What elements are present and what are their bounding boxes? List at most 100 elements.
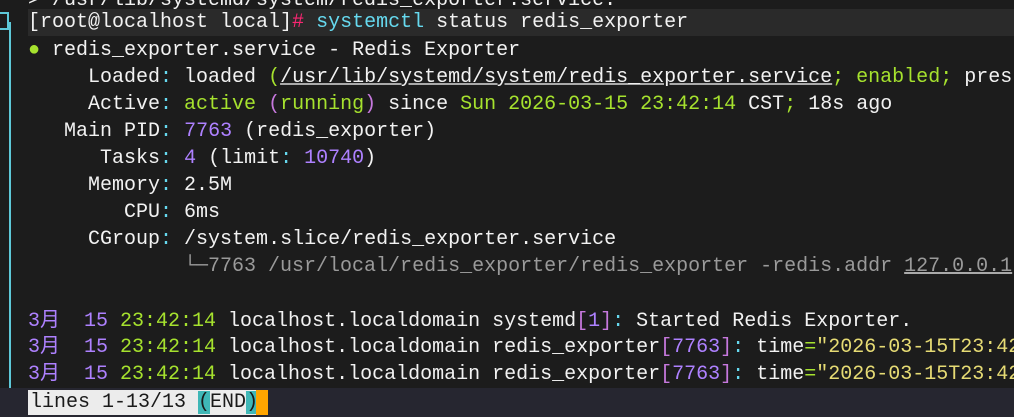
text-segment: redis_exporter.service - Redis Exporter xyxy=(40,39,521,62)
text-segment: 3月 xyxy=(28,310,73,333)
text-segment: : xyxy=(280,147,293,170)
text-segment: 10740 xyxy=(304,147,365,170)
text-segment: Memory xyxy=(28,174,161,197)
text-segment: status redis_exporter xyxy=(424,11,689,34)
command-prompt-line: [root@localhost local]# systemctl status… xyxy=(28,9,1014,36)
terminal-line: Main PID: 7763 (redis_exporter) xyxy=(28,118,436,145)
text-segment: Started Redis Exporter. xyxy=(624,310,913,333)
text-segment: 3月 xyxy=(28,336,73,359)
text-segment: : xyxy=(160,93,173,116)
text-segment: # xyxy=(292,11,305,34)
text-segment: localhost.localdomain redis_exporter xyxy=(216,336,661,359)
terminal-line: ● redis_exporter.service - Redis Exporte… xyxy=(28,37,520,64)
text-segment: active xyxy=(172,93,269,116)
text-segment: Main PID xyxy=(28,120,161,143)
text-segment: 18s ago xyxy=(796,93,893,116)
terminal-line: CGroup: /system.slice/redis_exporter.ser… xyxy=(28,226,616,253)
text-segment: ] xyxy=(720,336,733,359)
text-segment: localhost.localdomain systemd xyxy=(216,310,577,333)
text-segment xyxy=(172,147,184,170)
text-segment: "2026-03-15T23:42 xyxy=(816,336,1014,359)
text-segment: 23:42:14 xyxy=(120,336,217,359)
text-segment: loaded xyxy=(172,66,269,89)
text-segment xyxy=(304,11,316,34)
text-segment: : xyxy=(160,174,173,197)
text-segment: /system.slice/redis_exporter.service xyxy=(172,228,617,251)
text-segment: 127.0.0.1 xyxy=(904,255,1013,278)
text-segment: [ xyxy=(660,363,673,386)
text-segment: CST xyxy=(736,93,785,116)
end-label: END xyxy=(210,391,247,414)
terminal-line: Loaded: loaded (/usr/lib/systemd/system/… xyxy=(28,64,1012,91)
text-segment: 15 xyxy=(72,363,121,386)
text-segment: └─7763 /usr/local/redis_exporter/redis_e… xyxy=(28,255,905,278)
scroll-gutter xyxy=(0,0,12,390)
text-segment: (redis_exporter) xyxy=(232,120,437,143)
text-segment: Loaded xyxy=(28,66,161,89)
pager-status-bar: lines 1-13/13 (END) xyxy=(0,388,1014,417)
text-segment: time xyxy=(744,363,805,386)
text-segment: (limit xyxy=(196,147,281,170)
text-segment: : xyxy=(612,310,625,333)
text-segment: = xyxy=(804,363,817,386)
text-segment: Sun 2026-03-15 23:42:14 xyxy=(460,93,737,116)
text-segment: running xyxy=(280,93,365,116)
text-segment: 7763 xyxy=(672,336,721,359)
terminal-line: CPU: 6ms xyxy=(28,199,220,226)
text-segment: : xyxy=(160,228,173,251)
open-paren: ( xyxy=(198,391,211,414)
text-segment: : xyxy=(732,336,745,359)
terminal-line: Active: active (running) since Sun 2026-… xyxy=(28,91,892,118)
text-segment: 3月 xyxy=(28,363,73,386)
text-segment: ] xyxy=(720,363,733,386)
text-segment: : xyxy=(160,147,173,170)
text-segment: 1 xyxy=(588,310,601,333)
text-segment: time xyxy=(744,336,805,359)
text-segment: ) xyxy=(364,147,377,170)
gutter-line xyxy=(9,22,11,390)
text-segment: since xyxy=(376,93,461,116)
bracket-marker xyxy=(0,12,9,30)
text-segment: "2026-03-15T23:42 xyxy=(816,363,1014,386)
terminal-line: 3月 15 23:42:14 localhost.localdomain sys… xyxy=(28,308,912,335)
text-segment: 2.5M xyxy=(172,174,233,197)
text-segment: systemctl xyxy=(316,11,425,34)
text-segment: [ xyxy=(660,336,673,359)
text-segment: pres xyxy=(964,66,1013,89)
text-segment: ) xyxy=(364,93,377,116)
text-segment: 15 xyxy=(72,336,121,359)
text-segment xyxy=(172,120,184,143)
text-segment: 23:42:14 xyxy=(120,310,217,333)
text-segment: : xyxy=(160,201,173,224)
text-segment: : xyxy=(160,66,173,89)
text-segment xyxy=(292,147,304,170)
text-segment: = xyxy=(804,336,817,359)
text-segment: 23:42:14 xyxy=(120,363,217,386)
text-segment: Tasks xyxy=(28,147,161,170)
text-segment: 4 xyxy=(184,147,197,170)
text-segment: ● xyxy=(28,39,41,62)
text-segment: ( xyxy=(268,66,281,89)
lines-indicator: lines 1-13/13 xyxy=(30,391,199,414)
text-segment: [ xyxy=(576,310,589,333)
text-segment: [root@localhost local] xyxy=(28,11,293,34)
text-segment: 7763 xyxy=(672,363,721,386)
text-segment: 7763 xyxy=(184,120,233,143)
text-segment: 15 xyxy=(72,310,121,333)
text-segment: /usr/lib/systemd/system/redis_exporter.s… xyxy=(280,66,833,89)
text-segment: CGroup xyxy=(28,228,161,251)
terminal-line: Tasks: 4 (limit: 10740) xyxy=(28,145,376,172)
text-segment: 6ms xyxy=(172,201,221,224)
pager-status: lines 1-13/13 (END) xyxy=(28,390,261,415)
terminal-line: └─7763 /usr/local/redis_exporter/redis_e… xyxy=(28,253,1012,280)
terminal-line: 3月 15 23:42:14 localhost.localdomain red… xyxy=(28,334,1014,361)
terminal-line: Memory: 2.5M xyxy=(28,172,232,199)
terminal-line: 3月 15 23:42:14 localhost.localdomain red… xyxy=(28,361,1014,388)
text-segment: ; xyxy=(784,93,797,116)
text-segment: : xyxy=(160,120,173,143)
text-segment: ( xyxy=(268,93,281,116)
text-segment: Active xyxy=(28,93,161,116)
text-cursor[interactable] xyxy=(256,390,268,415)
text-segment: ; enabled; xyxy=(832,66,965,89)
text-segment: CPU xyxy=(28,201,161,224)
